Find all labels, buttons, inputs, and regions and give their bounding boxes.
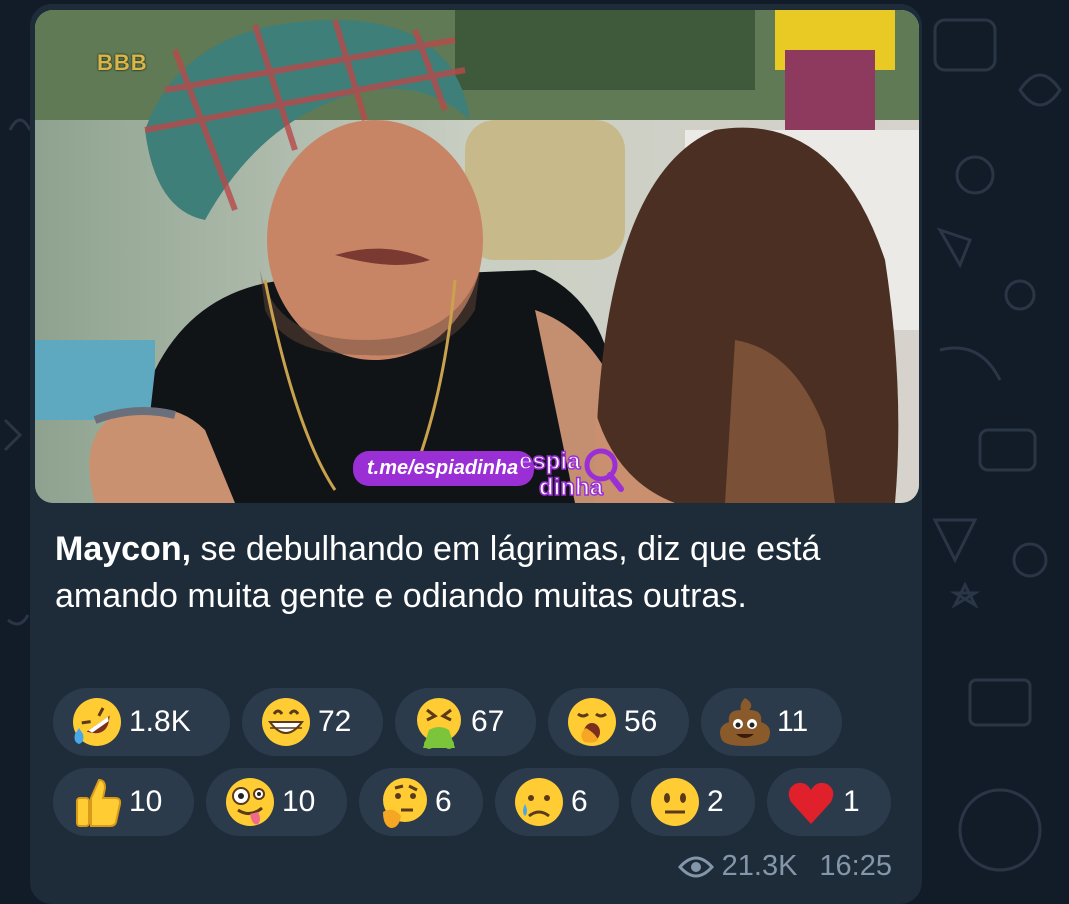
crying-emoji-icon bbox=[515, 778, 563, 826]
zany-emoji-icon bbox=[226, 778, 274, 826]
message-bubble: BBB t.me/espiadinha espia dinha Maycon, … bbox=[30, 4, 922, 904]
reaction-grinning[interactable]: 72 bbox=[242, 688, 383, 756]
message-photo[interactable]: BBB t.me/espiadinha espia dinha bbox=[35, 10, 919, 503]
reaction-crying[interactable]: 6 bbox=[495, 768, 619, 836]
reaction-thinking[interactable]: 6 bbox=[359, 768, 483, 836]
reaction-count: 67 bbox=[471, 705, 505, 738]
reaction-zany[interactable]: 10 bbox=[206, 768, 347, 836]
espiadinha-logo: espia dinha bbox=[518, 447, 624, 501]
reaction-count: 10 bbox=[282, 785, 316, 818]
reaction-count: 56 bbox=[624, 705, 658, 738]
reaction-count: 6 bbox=[435, 785, 452, 818]
reaction-poop[interactable]: 11 bbox=[701, 688, 842, 756]
photo-scene bbox=[35, 10, 919, 503]
reaction-yawning[interactable]: 56 bbox=[548, 688, 689, 756]
channel-link-overlay: t.me/espiadinha bbox=[353, 451, 535, 486]
reaction-vomiting[interactable]: 67 bbox=[395, 688, 536, 756]
reaction-count: 11 bbox=[777, 705, 809, 738]
grinning-emoji-icon bbox=[262, 698, 310, 746]
neutral-emoji-icon bbox=[651, 778, 699, 826]
yawning-emoji-icon bbox=[568, 698, 616, 746]
message-caption: Maycon, se debulhando em lágrimas, diz q… bbox=[55, 526, 905, 620]
reaction-count: 6 bbox=[571, 785, 588, 818]
heart-emoji-icon bbox=[788, 782, 834, 824]
reaction-neutral[interactable]: 2 bbox=[631, 768, 755, 836]
reaction-count: 2 bbox=[707, 785, 724, 818]
reaction-count: 10 bbox=[129, 785, 163, 818]
rofl-emoji-icon bbox=[73, 698, 121, 746]
vomiting-emoji-icon bbox=[417, 698, 461, 749]
svg-text:espia: espia bbox=[519, 448, 581, 475]
reaction-thumbs-up[interactable]: 10 bbox=[53, 768, 194, 836]
view-count: 21.3K bbox=[721, 850, 798, 882]
broadcast-watermark: BBB bbox=[97, 50, 148, 75]
poop-emoji-icon bbox=[720, 698, 770, 746]
views-eye-icon bbox=[677, 856, 714, 877]
thinking-emoji-icon bbox=[383, 778, 427, 828]
reaction-count: 72 bbox=[318, 705, 352, 738]
caption-bold-name: Maycon, bbox=[55, 530, 192, 568]
message-meta: 21.3K 16:25 bbox=[677, 850, 892, 883]
reaction-count: 1 bbox=[843, 785, 860, 818]
reaction-count: 1.8K bbox=[129, 705, 191, 738]
message-time: 16:25 bbox=[819, 850, 892, 882]
reaction-rofl[interactable]: 1.8K bbox=[53, 688, 230, 756]
thumbs-up-emoji-icon bbox=[76, 778, 122, 827]
reaction-heart[interactable]: 1 bbox=[767, 768, 891, 836]
